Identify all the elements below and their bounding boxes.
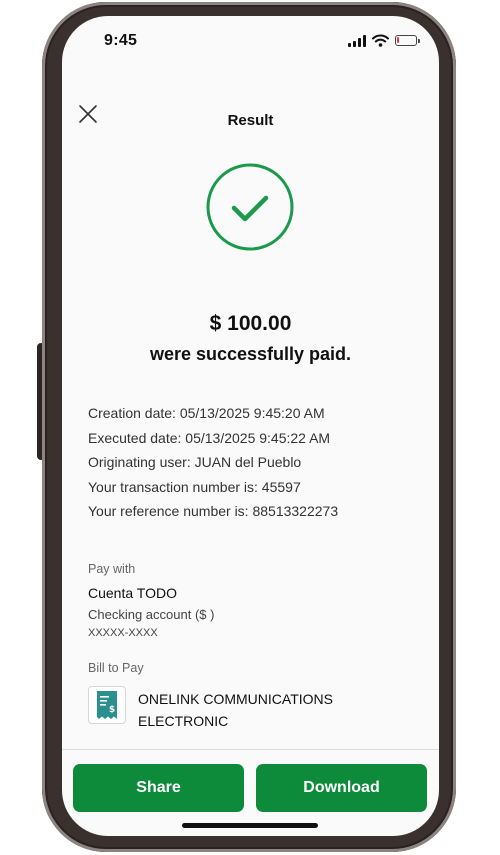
account-number-masked: XXXXX-XXXX	[88, 627, 158, 639]
share-button[interactable]: Share	[73, 764, 244, 812]
status-icons	[348, 34, 420, 47]
status-time: 9:45	[104, 32, 138, 49]
executed-date: Executed date: 05/13/2025 9:45:22 AM	[88, 429, 331, 446]
phone-screen: 9:45 Result $ 100.00 were successfully p…	[62, 16, 439, 836]
biller-name-line1: ONELINK COMMUNICATIONS	[138, 691, 333, 707]
payment-success-message: were successfully paid.	[149, 344, 352, 364]
page-title: Result	[227, 112, 274, 129]
originating-user: Originating user: JUAN del Pueblo	[88, 454, 302, 470]
account-name: Cuenta TODO	[88, 585, 177, 601]
wifi-icon	[372, 34, 389, 47]
bill-receipt-icon: $	[88, 686, 126, 724]
payment-amount: $ 100.00	[209, 312, 292, 335]
biller-name-line2: ELECTRONIC	[138, 713, 229, 729]
battery-level	[397, 37, 399, 43]
signal-icon	[348, 34, 366, 47]
check-circle-icon	[206, 163, 294, 251]
reference-number: Your reference number is: 88513322273	[88, 503, 339, 519]
biller-name: ONELINK COMMUNICATIONS ELECTRONIC	[138, 688, 418, 732]
creation-date: Creation date: 05/13/2025 9:45:20 AM	[88, 405, 325, 421]
footer-divider	[62, 749, 439, 750]
pay-with-label: Pay with	[88, 562, 136, 576]
account-type: Checking account ($ )	[88, 607, 215, 622]
transaction-details: Creation date: 05/13/2025 9:45:20 AM Exe…	[88, 401, 428, 524]
download-button[interactable]: Download	[256, 764, 427, 812]
battery-icon	[395, 35, 420, 46]
bill-to-pay-label: Bill to Pay	[88, 661, 144, 675]
transaction-number: Your transaction number is: 45597	[88, 478, 301, 495]
svg-text:$: $	[109, 705, 115, 715]
status-bar: 9:45	[62, 16, 439, 66]
home-indicator[interactable]	[182, 823, 318, 828]
